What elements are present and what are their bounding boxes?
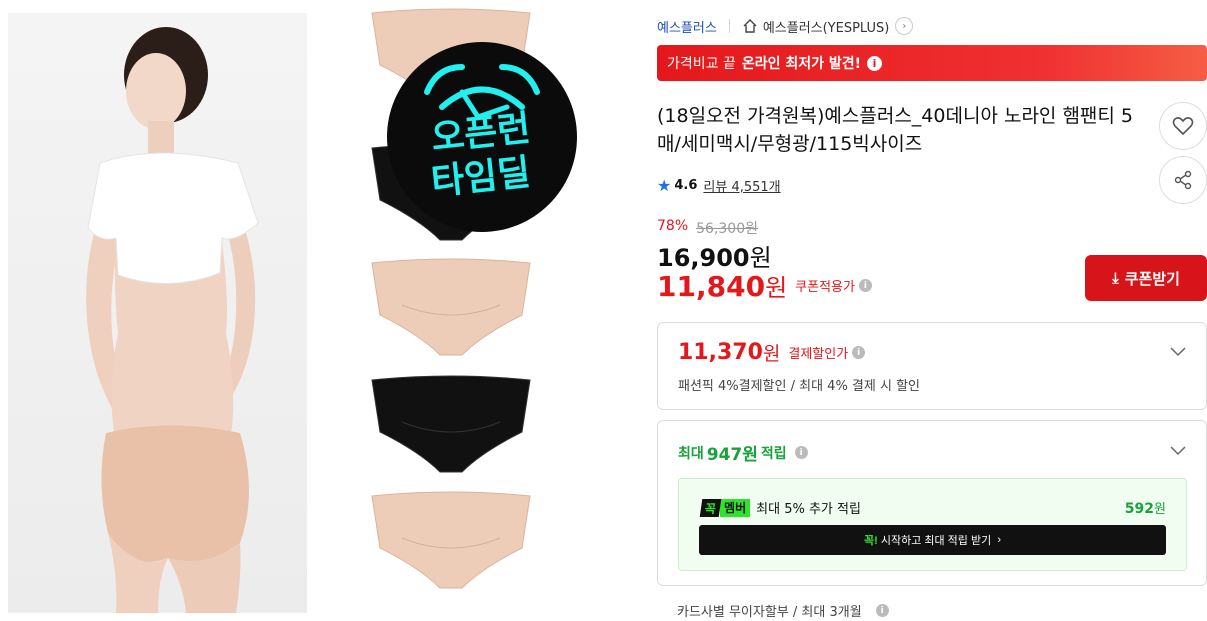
download-icon: ⤓ [1112, 269, 1119, 287]
product-title: (18일오전 가격원복)예스플러스_40데니아 노라인 햄팬티 5매/세미맥시/… [657, 105, 1134, 155]
info-icon[interactable]: i [852, 346, 866, 359]
points-suffix: 적립 [760, 445, 787, 462]
member-badge-member: 멤버 [720, 498, 751, 517]
share-button[interactable] [1159, 156, 1207, 204]
product-gallery: 오픈런 타임딜 [0, 0, 636, 621]
installment-text: 카드사별 무이자할부 / 최대 3개월 [677, 605, 862, 620]
store-link[interactable]: 예스플러스(YESPLUS) › [742, 17, 914, 36]
payment-discount-card[interactable]: 11,370 원 결제할인가 i 패션픽 4%결제할인 / 최대 4% 결제 시 … [657, 322, 1207, 410]
info-icon[interactable]: i [794, 446, 808, 459]
review-link[interactable]: 리뷰 4,551개 [703, 176, 780, 195]
payment-price-unit: 원 [762, 343, 781, 365]
payment-price-num: 11,370 [678, 340, 763, 365]
brand-link[interactable]: 예스플러스 [657, 17, 717, 36]
heart-icon [1172, 117, 1194, 136]
member-text: 최대 5% 추가 적립 [756, 502, 861, 517]
member-points-num: 592 [1124, 501, 1155, 517]
wishlist-button[interactable] [1159, 102, 1207, 150]
store-name: 예스플러스(YESPLUS) [762, 20, 890, 36]
model-illustration [86, 27, 259, 613]
member-points: 592원 [1125, 498, 1166, 517]
lowest-price-banner[interactable]: 가격비교 끝 온라인 최저가 발견! i [657, 45, 1207, 81]
payment-subtext: 패션픽 4%결제할인 / 최대 4% 결제 시 할인 [678, 379, 920, 394]
promo-prefix: 가격비교 끝 [667, 56, 736, 72]
member-row: 꼭 멤버 최대 5% 추가 적립 [699, 498, 861, 517]
chevron-right-icon: › [997, 534, 1002, 546]
original-price: 56,300원 [696, 221, 758, 237]
product-info: 예스플러스 예스플러스(YESPLUS) › 가격비교 끝 온라인 최저가 발견… [657, 0, 1207, 621]
promo-highlight: 온라인 최저가 발견! [741, 56, 862, 72]
home-icon [743, 19, 757, 33]
panty-black-2 [371, 375, 531, 473]
chevron-down-icon[interactable] [1170, 446, 1186, 456]
info-icon[interactable]: i [867, 55, 883, 71]
member-benefit-box: 꼭 멤버 최대 5% 추가 적립 592원 꼭! 시작하고 최대 적립 받기 › [678, 478, 1187, 571]
coupon-label: 쿠폰적용가 [795, 280, 855, 295]
star-icon: ★ [657, 176, 672, 195]
chevron-right-icon: › [895, 17, 914, 35]
member-badge-kk: 꼭 [699, 498, 722, 517]
member-badge: 꼭 멤버 [699, 498, 751, 517]
points-prefix: 최대 [678, 445, 704, 462]
member-btn-kk: 꼭! [863, 535, 878, 547]
member-points-unit: 원 [1154, 502, 1166, 517]
panty-beige-2 [371, 258, 531, 356]
model-photo[interactable] [8, 13, 307, 613]
review-count: 4,551개 [731, 180, 781, 195]
coupon-button-label: 쿠폰받기 [1124, 270, 1180, 288]
review-label: 리뷰 [703, 180, 728, 195]
chevron-down-icon[interactable] [1170, 347, 1186, 357]
rating-value: 4.6 [674, 178, 698, 193]
coupon-price: 11,840원 [657, 268, 787, 303]
points-amount: 947원 [706, 445, 758, 465]
points-card[interactable]: 최대 947원 적립 i 꼭 멤버 최대 5% 추가 적립 592원 꼭! 시작… [657, 420, 1207, 586]
discount-row: 78% 56,300원 [657, 218, 758, 238]
start-membership-button[interactable]: 꼭! 시작하고 최대 적립 받기 › [699, 525, 1166, 555]
info-icon[interactable]: i [875, 604, 889, 617]
panty-beige-3 [371, 491, 531, 589]
coupon-price-row: 11,840원 쿠폰적용가 i [657, 268, 872, 303]
payment-price-label: 결제할인가 [788, 347, 849, 362]
coupon-price-num: 11,840 [657, 270, 766, 303]
divider [728, 19, 730, 33]
member-btn-label: 시작하고 최대 적립 받기 [880, 535, 992, 547]
points-row: 최대 947원 적립 i [678, 440, 808, 465]
payment-price-row: 11,370 원 결제할인가 i [678, 339, 866, 366]
coupon-price-unit: 원 [765, 274, 788, 302]
installment-row: 카드사별 무이자할부 / 최대 3개월 i [677, 601, 889, 620]
open-run-timedeal-badge: 오픈런 타임딜 [387, 42, 577, 232]
get-coupon-button[interactable]: ⤓ 쿠폰받기 [1085, 255, 1207, 301]
discount-rate: 78% [657, 218, 689, 234]
seller-row: 예스플러스 예스플러스(YESPLUS) › [657, 15, 914, 37]
rating-row: ★ 4.6 리뷰 4,551개 [657, 176, 781, 195]
info-icon[interactable]: i [858, 279, 872, 292]
share-icon [1174, 170, 1192, 190]
